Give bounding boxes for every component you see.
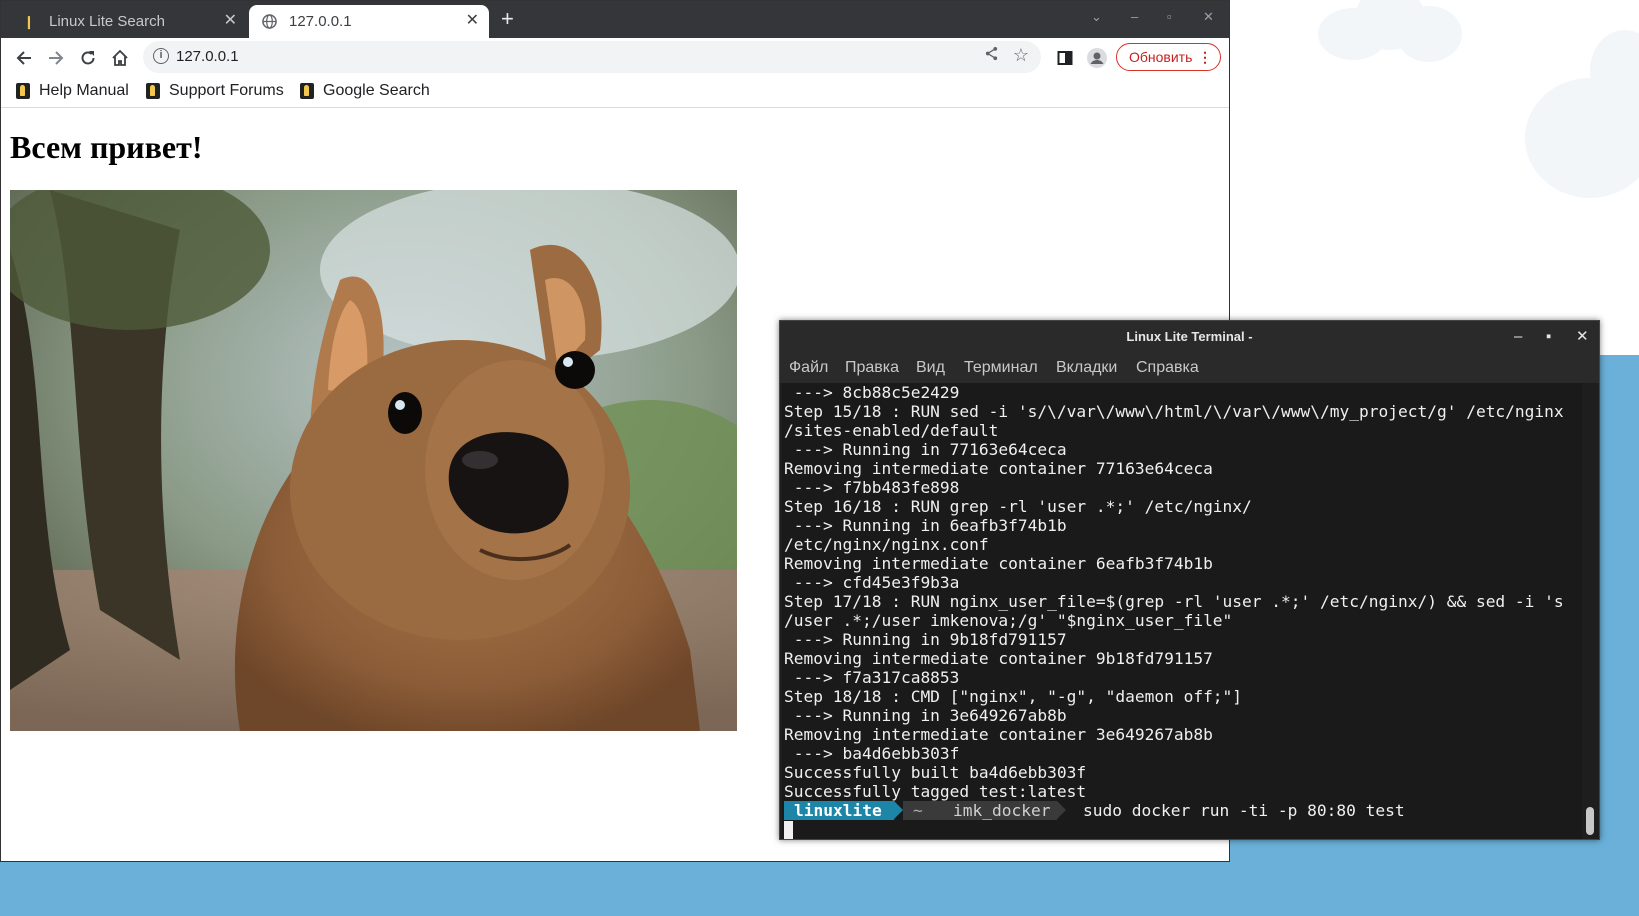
- terminal-menu-bar: Файл Правка Вид Терминал Вкладки Справка: [780, 353, 1599, 383]
- menu-help[interactable]: Справка: [1136, 359, 1199, 377]
- home-icon[interactable]: [109, 47, 131, 69]
- more-menu-icon[interactable]: ⋮: [1198, 44, 1212, 70]
- terminal-output[interactable]: ---> 8cb88c5e2429 Step 15/18 : RUN sed -…: [782, 383, 1582, 839]
- terminal-line: Removing intermediate container 6eafb3f7…: [784, 554, 1213, 573]
- menu-terminal[interactable]: Терминал: [964, 359, 1038, 377]
- side-panel-icon[interactable]: [1054, 47, 1076, 69]
- linux-lite-icon: [16, 83, 30, 99]
- bookmark-support-forums[interactable]: Support Forums: [146, 82, 284, 100]
- terminal-line: Step 16/18 : RUN grep -rl 'user .*;' /et…: [784, 497, 1252, 516]
- terminal-line: ---> ba4d6ebb303f: [784, 744, 960, 763]
- bookmarks-bar: Help Manual Support Forums Google Search: [1, 76, 1229, 108]
- maximize-icon[interactable]: ▪: [1546, 321, 1551, 353]
- scrollbar-thumb[interactable]: [1586, 807, 1594, 835]
- bookmark-label: Google Search: [323, 82, 430, 99]
- update-button[interactable]: Обновить ⋮: [1116, 43, 1221, 71]
- address-bar[interactable]: i 127.0.0.1 ☆: [143, 41, 1041, 73]
- browser-toolbar: i 127.0.0.1 ☆ Обновить ⋮: [1, 38, 1229, 76]
- prompt-home: ~: [903, 801, 939, 820]
- terminal-line: ---> Running in 3e649267ab8b: [784, 706, 1067, 725]
- bookmark-label: Help Manual: [39, 82, 129, 99]
- close-icon[interactable]: ✕: [224, 11, 237, 31]
- terminal-line: Step 15/18 : RUN sed -i 's/\/var\/www\/h…: [784, 402, 1564, 421]
- terminal-line: /etc/nginx/nginx.conf: [784, 535, 989, 554]
- page-heading: Всем привет!: [10, 129, 203, 165]
- terminal-line: Removing intermediate container 9b18fd79…: [784, 649, 1213, 668]
- terminal-line: Step 17/18 : RUN nginx_user_file=$(grep …: [784, 592, 1564, 611]
- prompt-user: linuxlite: [784, 801, 903, 820]
- terminal-line: Step 18/18 : CMD ["nginx", "-g", "daemon…: [784, 687, 1243, 706]
- bookmark-help-manual[interactable]: Help Manual: [16, 82, 129, 100]
- prompt-directory: imk_docker: [939, 801, 1066, 820]
- minimize-icon[interactable]: –: [1131, 9, 1138, 24]
- terminal-line: Successfully built ba4d6ebb303f: [784, 763, 1087, 782]
- bookmark-label: Support Forums: [169, 82, 284, 99]
- tab-label: 127.0.0.1: [289, 13, 352, 30]
- bookmark-google-search[interactable]: Google Search: [300, 82, 430, 100]
- terminal-scrollbar[interactable]: [1585, 383, 1595, 839]
- forward-arrow-icon[interactable]: [45, 47, 67, 69]
- terminal-line: ---> f7bb483fe898: [784, 478, 960, 497]
- update-button-label: Обновить: [1129, 49, 1193, 65]
- terminal-line: ---> Running in 9b18fd791157: [784, 630, 1067, 649]
- cloud: [1396, 6, 1462, 62]
- tab-localhost[interactable]: 127.0.0.1 ✕: [249, 5, 489, 38]
- prompt-command: sudo docker run -ti -p 80:80 test: [1083, 801, 1405, 820]
- terminal-line: ---> f7a317ca8853: [784, 668, 960, 687]
- url-text: 127.0.0.1: [176, 48, 239, 65]
- close-icon[interactable]: ✕: [1576, 321, 1589, 353]
- back-arrow-icon[interactable]: [13, 47, 35, 69]
- minimize-icon[interactable]: –: [1514, 321, 1522, 353]
- quokka-photo: [10, 190, 737, 731]
- profile-avatar-icon[interactable]: [1086, 47, 1108, 69]
- terminal-line: /user .*;/user imkenova;/g' "$nginx_user…: [784, 611, 1233, 630]
- terminal-line: ---> 8cb88c5e2429: [784, 383, 960, 402]
- share-icon[interactable]: [984, 46, 999, 66]
- linux-lite-icon: [300, 83, 314, 99]
- terminal-line: Successfully tagged test:latest: [784, 782, 1087, 801]
- globe-icon: [261, 14, 277, 30]
- close-window-icon[interactable]: ✕: [1203, 9, 1214, 25]
- tab-search-chevron-icon[interactable]: ⌄: [1091, 9, 1102, 25]
- terminal-line: /sites-enabled/default: [784, 421, 999, 440]
- terminal-line: Removing intermediate container 3e649267…: [784, 725, 1213, 744]
- maximize-icon[interactable]: ▫: [1167, 9, 1172, 24]
- site-info-icon[interactable]: i: [153, 48, 169, 64]
- terminal-line: ---> Running in 77163e64ceca: [784, 440, 1067, 459]
- reload-icon[interactable]: [77, 47, 99, 69]
- close-icon[interactable]: ✕: [466, 11, 479, 31]
- bookmark-star-icon[interactable]: ☆: [1013, 45, 1029, 66]
- menu-file[interactable]: Файл: [789, 359, 828, 377]
- terminal-line: ---> cfd45e3f9b3a: [784, 573, 960, 592]
- terminal-window: Linux Lite Terminal - – ▪ ✕ Файл Правка …: [779, 320, 1600, 840]
- tab-label: Linux Lite Search: [49, 13, 165, 30]
- terminal-line: Removing intermediate container 77163e64…: [784, 459, 1213, 478]
- terminal-title: Linux Lite Terminal -: [780, 321, 1599, 353]
- menu-view[interactable]: Вид: [916, 359, 945, 377]
- menu-tabs[interactable]: Вкладки: [1056, 359, 1117, 377]
- new-tab-icon[interactable]: +: [501, 7, 514, 31]
- menu-edit[interactable]: Правка: [845, 359, 899, 377]
- tab-linux-lite-search[interactable]: ❙ Linux Lite Search ✕: [9, 5, 247, 38]
- linux-lite-icon: [146, 83, 160, 99]
- terminal-line: ---> Running in 6eafb3f74b1b: [784, 516, 1067, 535]
- shell-prompt: linuxlite ~ imk_docker sudo docker run -…: [784, 801, 1582, 820]
- linux-lite-icon: ❙: [23, 13, 35, 29]
- tab-strip: ❙ Linux Lite Search ✕ 127.0.0.1 ✕ + ⌄ – …: [1, 1, 1229, 38]
